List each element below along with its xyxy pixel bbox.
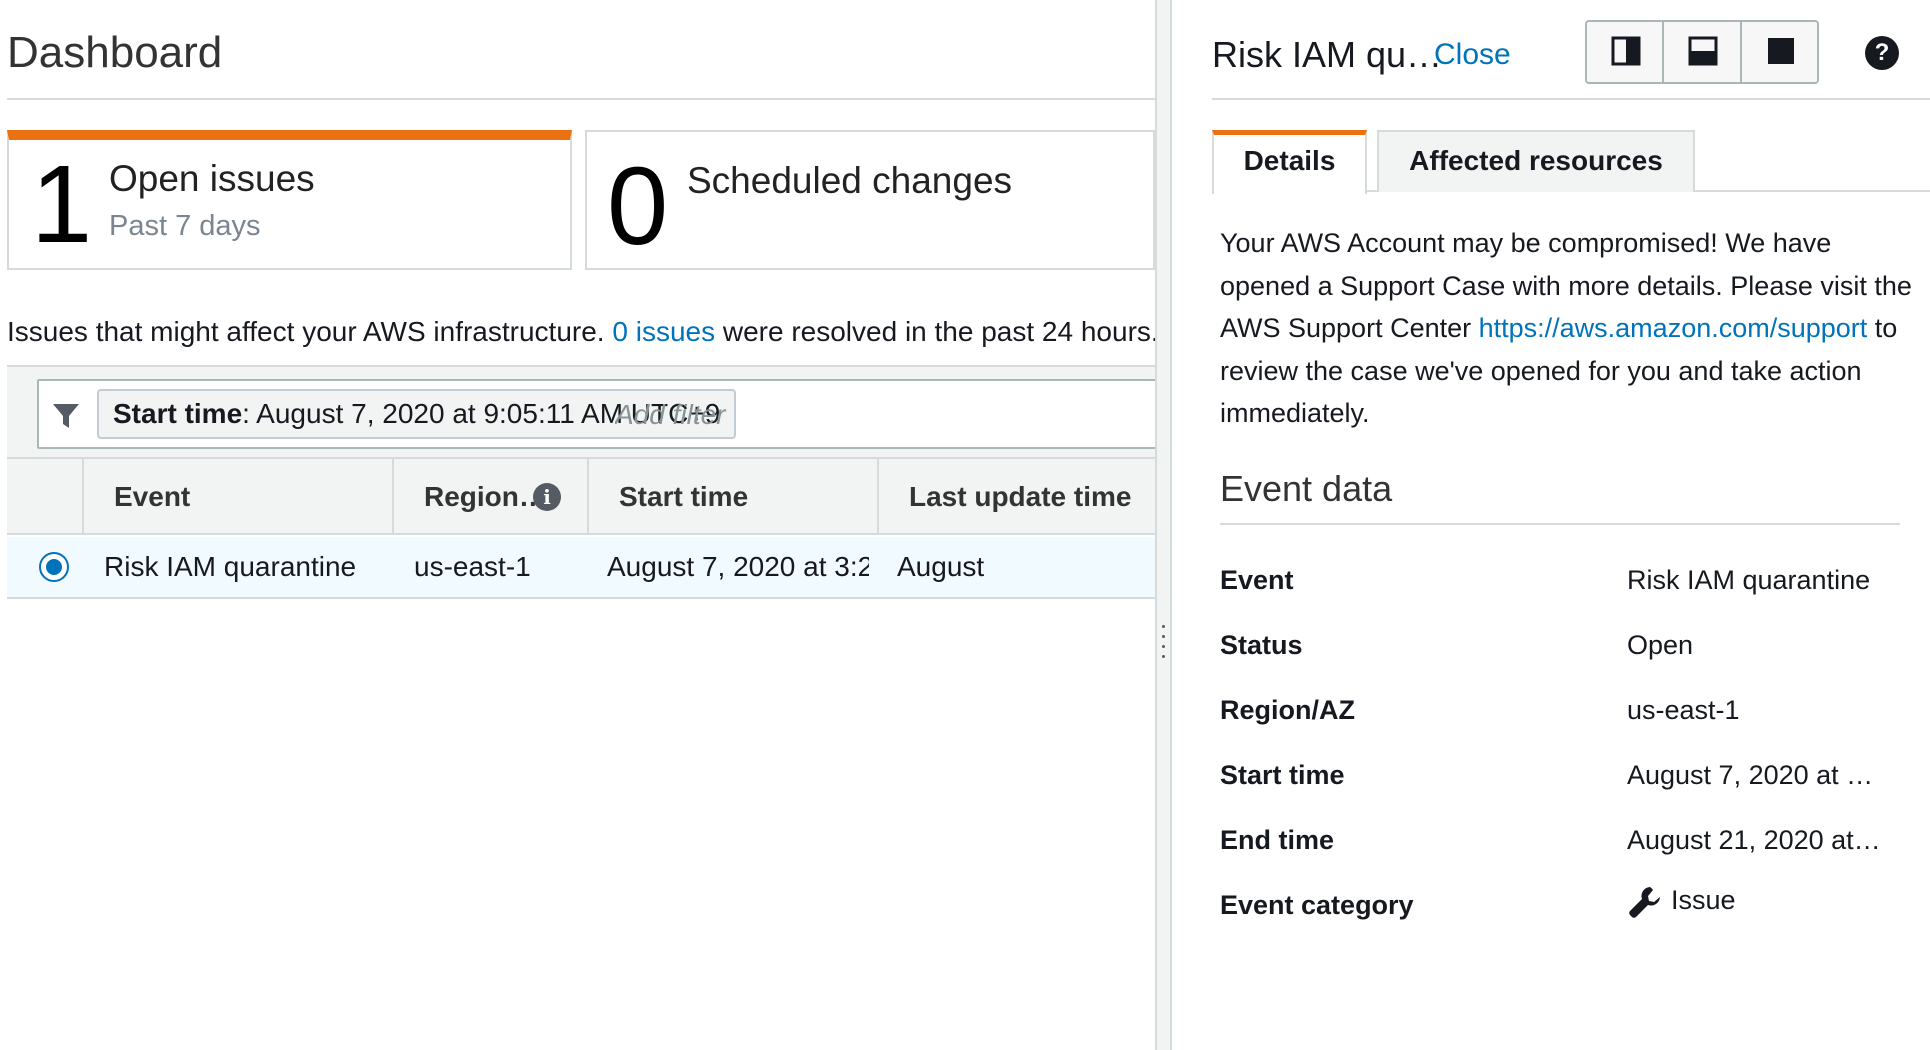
scheduled-changes-card[interactable]: 0 Scheduled changes — [585, 130, 1155, 270]
cell-event: Risk IAM quarantine — [104, 551, 357, 582]
event-category-value: Issue — [1627, 884, 1907, 920]
table-row[interactable]: Risk IAM quarantine us-east-1 August 7, … — [7, 537, 1155, 599]
split-vertical-icon — [1611, 36, 1641, 66]
start-time-label: Start time — [1220, 760, 1345, 790]
open-issues-card[interactable]: 1 Open issues Past 7 days — [7, 130, 572, 270]
panel-header-divider — [1212, 98, 1930, 100]
filter-token-key: Start time — [113, 398, 243, 429]
info-icon[interactable]: i — [533, 483, 561, 511]
column-header-start-time[interactable]: Start time — [587, 459, 877, 535]
cell-region: us-east-1 — [414, 551, 531, 582]
help-icon[interactable]: ? — [1865, 36, 1899, 70]
filter-icon — [53, 404, 79, 428]
event-category-label: Event category — [1220, 890, 1414, 920]
page-title: Dashboard — [7, 28, 223, 77]
tab-details[interactable]: Details — [1212, 130, 1367, 194]
dashboard-pane: Dashboard 1 Open issues Past 7 days 0 Sc… — [0, 0, 1155, 1050]
full-screen-button[interactable] — [1741, 22, 1817, 82]
region-az-label: Region/AZ — [1220, 695, 1355, 725]
table-header: Event Region… i Start time Last update t… — [7, 457, 1155, 535]
close-button[interactable]: Close — [1434, 38, 1511, 72]
column-header-last-update[interactable]: Last update time — [877, 459, 1155, 535]
row-radio-button[interactable] — [39, 552, 69, 582]
pane-resize-handle[interactable] — [1155, 0, 1172, 1050]
cell-last-update: August — [897, 551, 985, 582]
column-header-event[interactable]: Event — [82, 459, 392, 535]
panel-title: Risk IAM qu… — [1212, 34, 1443, 75]
start-time-value: August 7, 2020 at … — [1627, 760, 1874, 790]
split-vertical-button[interactable] — [1587, 22, 1665, 82]
view-mode-group — [1585, 20, 1819, 84]
issues-summary-after: were resolved in the past 24 hours. — [715, 316, 1155, 347]
split-horizontal-icon — [1688, 36, 1718, 66]
drag-handle-icon — [1162, 625, 1166, 665]
end-time-value: August 21, 2020 at… — [1627, 825, 1881, 855]
open-issues-label: Open issues — [109, 158, 315, 199]
event-data-title: Event data — [1220, 468, 1393, 509]
details-panel: Risk IAM qu… Close ? Details Affected re… — [1172, 0, 1930, 1050]
end-time-label: End time — [1220, 825, 1335, 855]
open-issues-count: 1 — [31, 143, 93, 266]
split-horizontal-button[interactable] — [1664, 22, 1742, 82]
filter-box[interactable]: Start time: August 7, 2020 at 9:05:11 AM… — [37, 379, 1155, 449]
column-header-region-label: Region… — [424, 481, 547, 512]
full-screen-icon — [1767, 38, 1794, 64]
issues-summary-before: Issues that might affect your AWS infras… — [7, 316, 613, 347]
scheduled-changes-count: 0 — [607, 145, 669, 268]
issues-summary: Issues that might affect your AWS infras… — [7, 316, 1155, 348]
event-category-text: Issue — [1671, 885, 1736, 916]
support-link[interactable]: https://aws.amazon.com/support — [1479, 313, 1868, 343]
add-filter-input[interactable] — [615, 399, 1015, 431]
event-description: Your AWS Account may be compromised! We … — [1220, 222, 1920, 435]
wrench-icon — [1629, 887, 1660, 918]
title-divider — [7, 98, 1155, 100]
open-issues-sublabel: Past 7 days — [109, 210, 261, 242]
select-column-header — [7, 459, 82, 535]
resolved-issues-link[interactable]: 0 issues — [612, 316, 715, 347]
event-data-label: Event — [1220, 565, 1294, 595]
status-label: Status — [1220, 630, 1303, 660]
filter-bar: Start time: August 7, 2020 at 9:05:11 AM… — [7, 365, 1155, 457]
status-value: Open — [1627, 630, 1694, 660]
scheduled-changes-label: Scheduled changes — [687, 160, 1013, 201]
region-az-value: us-east-1 — [1627, 695, 1740, 725]
cell-start-time: August 7, 2020 at 3:2… — [607, 551, 869, 582]
tab-affected-resources[interactable]: Affected resources — [1377, 130, 1695, 192]
event-data-divider — [1220, 523, 1900, 525]
event-data-value: Risk IAM quarantine — [1627, 565, 1871, 595]
